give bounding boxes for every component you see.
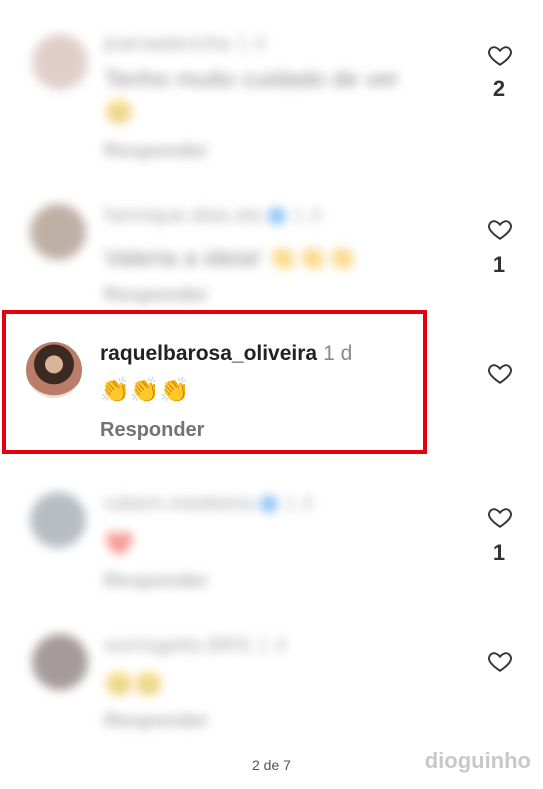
- heart-icon[interactable]: [487, 216, 513, 242]
- page-indicator: 2 de 7: [252, 757, 291, 773]
- reply-button[interactable]: Responder: [104, 570, 208, 593]
- reply-button[interactable]: Responder: [104, 284, 208, 307]
- comment-username[interactable]: joanaatencha 1 d: [104, 32, 265, 56]
- comment-username[interactable]: sorrisgetto.BRS 1 d: [104, 634, 286, 658]
- comment-emoji: 😊😊: [104, 671, 164, 698]
- avatar[interactable]: [32, 34, 88, 90]
- comment-username[interactable]: henrique.dias.etc 1 d: [104, 204, 321, 228]
- heart-icon[interactable]: [487, 42, 513, 68]
- comment-emoji: 😊: [104, 99, 134, 126]
- reply-button[interactable]: Responder: [104, 140, 208, 163]
- comment-username[interactable]: rubem.medeiros 1 d: [104, 492, 313, 516]
- heart-icon[interactable]: [487, 360, 513, 386]
- verified-badge-icon: [267, 207, 286, 226]
- comment-emoji: ❤️: [104, 531, 134, 558]
- reply-button[interactable]: Responder: [104, 710, 208, 733]
- heart-icon[interactable]: [487, 504, 513, 530]
- avatar[interactable]: [32, 634, 88, 690]
- verified-badge-icon: [259, 495, 278, 514]
- like-count: 1: [492, 540, 506, 565]
- like-count: 1: [492, 252, 506, 277]
- heart-icon[interactable]: [487, 648, 513, 674]
- comment-text: Valeria a ideia! 👏👏👏: [104, 245, 358, 272]
- comment-text: Tenho muito cuidado de ver: [104, 66, 399, 93]
- avatar[interactable]: [30, 204, 86, 260]
- like-count: 2: [492, 76, 506, 101]
- highlight-box: [2, 310, 427, 454]
- watermark: dioguinho: [424, 748, 531, 773]
- avatar[interactable]: [30, 492, 86, 548]
